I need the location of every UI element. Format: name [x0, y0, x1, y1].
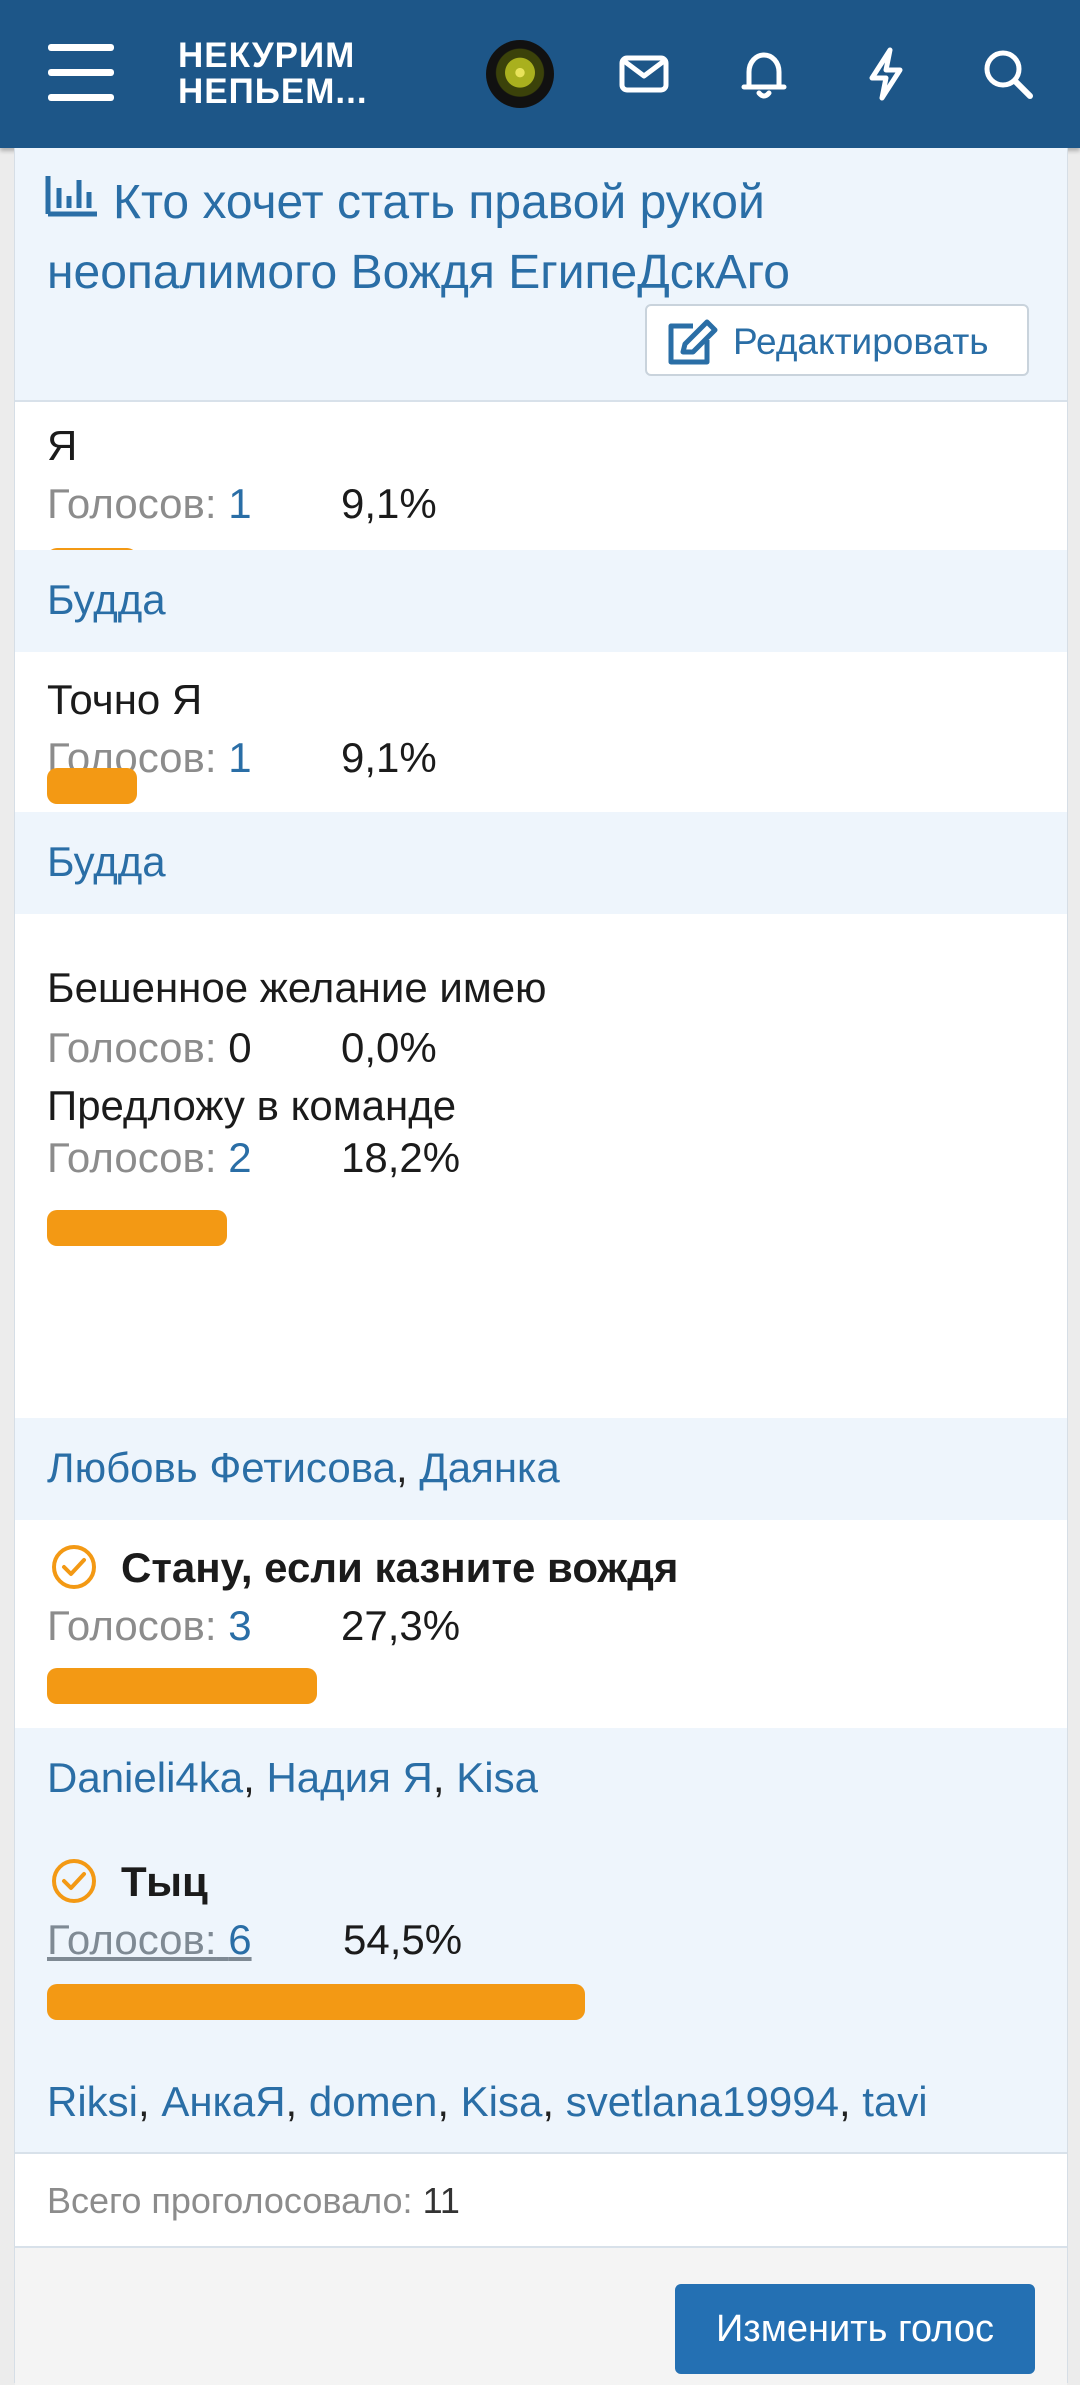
- vote-count[interactable]: Голосов: 1: [47, 480, 252, 528]
- search-icon[interactable]: [978, 44, 1038, 104]
- total-count: 11: [422, 2180, 460, 2221]
- logo-line-2: НЕПЬЕМ...: [178, 72, 368, 111]
- vote-bar: [47, 1984, 585, 2020]
- edit-poll-button[interactable]: Редактировать: [645, 304, 1029, 376]
- votes-label: Голосов:: [47, 1024, 217, 1071]
- voters-list: Будда: [15, 812, 1067, 914]
- change-vote-button[interactable]: Изменить голос: [675, 2284, 1035, 2374]
- vote-bar: [47, 1210, 227, 1246]
- voter-name[interactable]: АнкаЯ: [161, 2078, 285, 2125]
- top-navbar: НЕКУРИМ НЕПЬЕМ...: [0, 0, 1080, 148]
- voters-list: Любовь Фетисова, Даянка: [15, 1418, 1067, 1520]
- option-label: Я: [47, 422, 78, 469]
- vote-count[interactable]: Голосов: 2: [47, 1134, 252, 1182]
- poll-total: Всего проголосовало: 11: [15, 2152, 1067, 2246]
- poll-option: Предложу в команде Голосов: 2 18,2%: [15, 1082, 1067, 1316]
- voter-name[interactable]: Kisa: [456, 1754, 538, 1801]
- vote-percent: 0,0%: [341, 1024, 437, 1071]
- edit-icon: [668, 319, 718, 365]
- votes-label: Голосов:: [47, 1916, 217, 1963]
- votes-number: 0: [228, 1024, 252, 1071]
- vote-bar: [47, 768, 137, 804]
- mail-icon[interactable]: [614, 44, 674, 104]
- user-avatar[interactable]: [486, 40, 554, 108]
- voters-list-tyc: Riksi, АнкаЯ, domen, Kisa, svetlana19994…: [47, 2078, 928, 2125]
- vote-bar: [47, 1668, 317, 1704]
- poll-option: Точно Я Голосов: 1 9,1%: [15, 652, 1067, 812]
- voter-name[interactable]: Будда: [47, 838, 166, 885]
- vote-percent: 9,1%: [341, 480, 437, 527]
- vote-percent: 54,5%: [343, 1916, 463, 1963]
- voter-name[interactable]: tavi: [862, 2078, 927, 2125]
- vote-percent: 18,2%: [341, 1134, 461, 1181]
- option-label: Точно Я: [47, 676, 203, 723]
- voter-name[interactable]: Kisa: [461, 2078, 543, 2125]
- logo-line-1: НЕКУРИМ: [178, 36, 356, 75]
- voter-name[interactable]: Надия Я: [266, 1754, 432, 1801]
- votes-number: 6: [228, 1916, 252, 1963]
- vote-count: Голосов: 0: [47, 1024, 252, 1072]
- bell-icon[interactable]: [734, 44, 794, 104]
- total-label: Всего проголосовало:: [47, 2180, 413, 2221]
- edit-button-label: Редактировать: [733, 321, 989, 362]
- poll-title[interactable]: Кто хочет стать правой рукой неопалимого…: [47, 168, 1047, 308]
- vote-percent: 27,3%: [341, 1602, 461, 1649]
- poll-option: Я Голосов: 1 9,1%: [15, 400, 1067, 584]
- vote-count[interactable]: Голосов: 3: [47, 1602, 252, 1650]
- site-logo[interactable]: НЕКУРИМ НЕПЬЕМ...: [178, 38, 368, 110]
- vote-percent: 9,1%: [341, 734, 437, 781]
- voter-name[interactable]: Будда: [47, 576, 166, 623]
- voter-name[interactable]: Danieli4ka: [47, 1754, 243, 1801]
- menu-icon[interactable]: [48, 44, 114, 102]
- poll-option: Бешенное желание имею Голосов: 0 0,0%: [15, 914, 1067, 1086]
- votes-number: 1: [228, 734, 252, 781]
- checkmark-icon: [52, 1859, 96, 1903]
- votes-number: 3: [228, 1602, 252, 1649]
- poll-header: Кто хочет стать правой рукой неопалимого…: [15, 148, 1067, 402]
- voters-list: Будда: [15, 550, 1067, 652]
- option-label: Тыц: [121, 1858, 208, 1905]
- voter-name[interactable]: Любовь Фетисова: [47, 1444, 396, 1491]
- votes-label: Голосов:: [47, 1602, 217, 1649]
- poll-panel: Кто хочет стать правой рукой неопалимого…: [14, 148, 1068, 2385]
- voter-name[interactable]: domen: [309, 2078, 437, 2125]
- checkmark-icon: [52, 1545, 96, 1589]
- voter-name[interactable]: Riksi: [47, 2078, 138, 2125]
- voters-list: Danieli4ka, Надия Я, Kisa Тыц Голосов: 6…: [15, 1728, 1067, 2152]
- poll-actions: Изменить голос: [15, 2246, 1067, 2385]
- option-label: Бешенное желание имею: [47, 964, 547, 1011]
- bolt-icon[interactable]: [856, 44, 916, 104]
- poll-option-selected: Стану, если казните вождя Голосов: 3 27,…: [15, 1520, 1067, 1728]
- votes-label: Голосов:: [47, 1134, 217, 1181]
- voter-name[interactable]: Даянка: [419, 1444, 559, 1491]
- votes-label: Голосов:: [47, 480, 217, 527]
- option-label: Стану, если казните вождя: [121, 1544, 679, 1591]
- votes-number: 1: [228, 480, 252, 527]
- vote-count[interactable]: Голосов: 6: [47, 1916, 252, 1964]
- votes-number: 2: [228, 1134, 252, 1181]
- voter-name[interactable]: svetlana19994: [566, 2078, 839, 2125]
- option-label: Предложу в команде: [47, 1082, 457, 1129]
